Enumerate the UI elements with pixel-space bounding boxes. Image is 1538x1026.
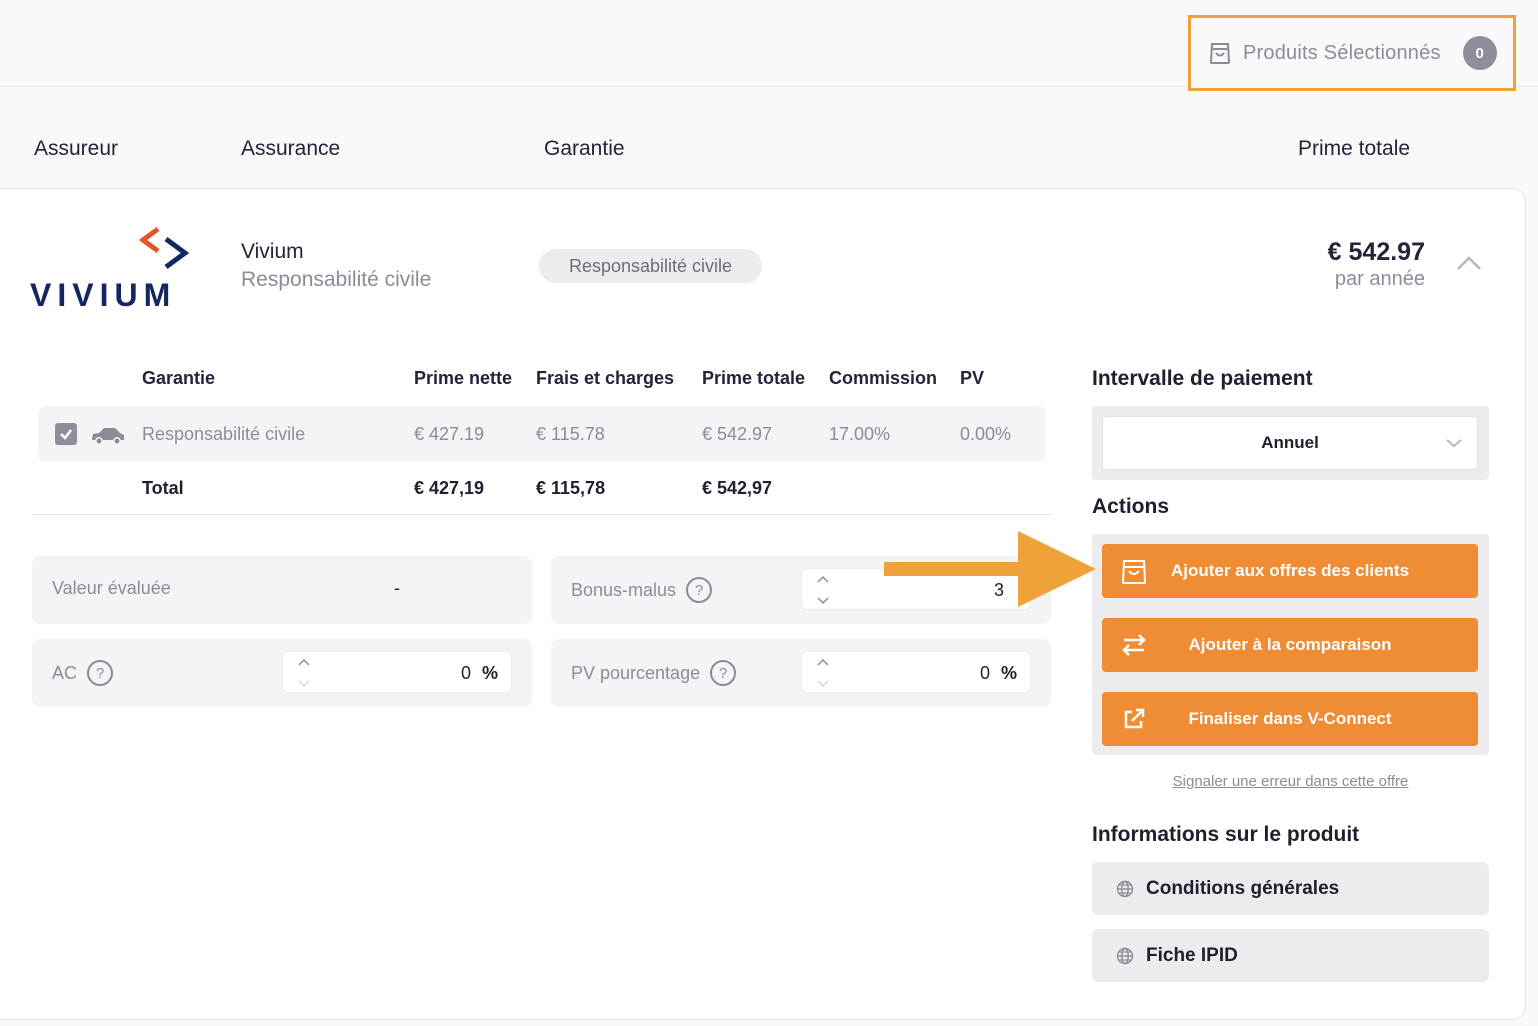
- row-prime-nette: € 427.19: [414, 424, 485, 444]
- pv-pourcentage-value: 0: [979, 663, 990, 683]
- bonus-malus-label: Bonus-malus: [571, 579, 677, 600]
- row-garantie: Responsabilité civile: [142, 424, 306, 444]
- selected-products-label: Produits Sélectionnés: [1243, 41, 1441, 64]
- ac-field: AC ? 0 %: [32, 639, 532, 707]
- table-header-commission: Commission: [829, 368, 938, 388]
- help-icon[interactable]: ?: [87, 660, 114, 686]
- globe-icon: [1116, 880, 1134, 897]
- row-frais: € 115.78: [536, 424, 605, 444]
- shopping-bag-icon: [1121, 560, 1147, 584]
- stepper-arrows-icon[interactable]: [816, 573, 830, 607]
- ac-value: 0: [460, 663, 471, 683]
- column-header-insurance: Assurance: [241, 137, 341, 160]
- guarantee-pill: Responsabilité civile: [539, 249, 762, 283]
- ac-unit: %: [481, 663, 498, 683]
- conditions-generales-label: Conditions générales: [1146, 877, 1340, 899]
- table-header-prime-totale: Prime totale: [702, 368, 806, 388]
- pv-pourcentage-stepper[interactable]: 0 %: [801, 651, 1031, 693]
- payment-interval-value: Annuel: [1261, 433, 1319, 452]
- add-to-client-offers-button[interactable]: Ajouter aux offres des clients: [1102, 544, 1478, 598]
- selected-products-button[interactable]: Produits Sélectionnés 0: [1188, 15, 1516, 91]
- selected-products-count-badge: 0: [1462, 36, 1497, 70]
- report-error-link[interactable]: Signaler une erreur dans cette offre: [1092, 773, 1489, 790]
- ac-stepper[interactable]: 0 %: [282, 651, 512, 693]
- conditions-generales-link[interactable]: Conditions générales: [1092, 862, 1489, 915]
- table-header-garantie: Garantie: [142, 368, 216, 388]
- help-icon[interactable]: ?: [710, 660, 737, 686]
- total-label: Total: [142, 478, 184, 498]
- payment-interval-title: Intervalle de paiement: [1092, 367, 1313, 390]
- table-header-pv: PV: [960, 368, 985, 388]
- insurance-type: Responsabilité civile: [241, 268, 432, 291]
- help-icon[interactable]: ?: [686, 577, 713, 603]
- shopping-bag-icon: [1209, 43, 1231, 64]
- finalize-v-connect-button[interactable]: Finaliser dans V-Connect: [1102, 692, 1478, 746]
- swap-arrows-icon: [1122, 634, 1146, 656]
- actions-title: Actions: [1092, 495, 1170, 518]
- valeur-evaluee-label: Valeur évaluée: [52, 578, 171, 598]
- globe-icon: [1116, 947, 1134, 964]
- annotation-arrow-icon: [884, 531, 1096, 607]
- pv-pourcentage-label: PV pourcentage: [571, 662, 701, 683]
- column-header-guarantee: Garantie: [544, 137, 625, 160]
- row-pv: 0.00%: [960, 424, 1012, 444]
- offer-price-period: par année: [1334, 268, 1425, 290]
- row-commission: 17.00%: [829, 424, 891, 444]
- table-header-frais: Frais et charges: [536, 368, 675, 388]
- total-prime-totale: € 542,97: [702, 478, 773, 498]
- add-to-client-offers-label: Ajouter aux offres des clients: [1170, 561, 1410, 580]
- pv-pourcentage-field: PV pourcentage ? 0 %: [551, 639, 1051, 707]
- finalize-v-connect-label: Finaliser dans V-Connect: [1188, 709, 1392, 728]
- external-link-icon: [1124, 708, 1145, 729]
- total-prime-nette: € 427,19: [414, 478, 485, 498]
- column-header-insurer: Assureur: [34, 137, 119, 160]
- checkmark-icon: [60, 429, 72, 440]
- row-prime-totale: € 542.97: [702, 424, 773, 444]
- chevron-up-icon[interactable]: [1456, 254, 1482, 272]
- guarantee-checkbox[interactable]: [55, 423, 77, 445]
- pv-pourcentage-unit: %: [1000, 663, 1017, 683]
- table-divider: [32, 514, 1052, 515]
- fiche-ipid-label: Fiche IPID: [1146, 944, 1238, 966]
- payment-interval-select[interactable]: Annuel: [1102, 416, 1478, 470]
- add-to-comparison-label: Ajouter à la comparaison: [1188, 635, 1392, 654]
- actions-panel: Ajouter aux offres des clients Ajouter à…: [1092, 534, 1489, 755]
- valeur-evaluee-value: -: [394, 578, 400, 598]
- chevron-down-icon: [1446, 439, 1462, 448]
- table-header-prime-nette: Prime nette: [414, 368, 513, 388]
- product-info-title: Informations sur le produit: [1092, 823, 1360, 846]
- stepper-arrows-icon[interactable]: [816, 656, 830, 690]
- payment-interval-wrap: Annuel: [1092, 406, 1489, 480]
- vivium-logo-text: VIVIUM: [30, 277, 177, 313]
- fiche-ipid-link[interactable]: Fiche IPID: [1092, 929, 1489, 982]
- add-to-comparison-button[interactable]: Ajouter à la comparaison: [1102, 618, 1478, 672]
- valeur-evaluee-field: Valeur évaluée -: [32, 556, 532, 624]
- ac-label: AC: [52, 662, 78, 683]
- total-frais: € 115,78: [536, 478, 606, 498]
- insurer-name: Vivium: [241, 240, 304, 263]
- car-icon: [92, 428, 124, 445]
- column-header-total-premium: Prime totale: [1298, 137, 1411, 160]
- stepper-arrows-icon[interactable]: [297, 656, 311, 690]
- offer-price: € 542.97: [1327, 238, 1425, 266]
